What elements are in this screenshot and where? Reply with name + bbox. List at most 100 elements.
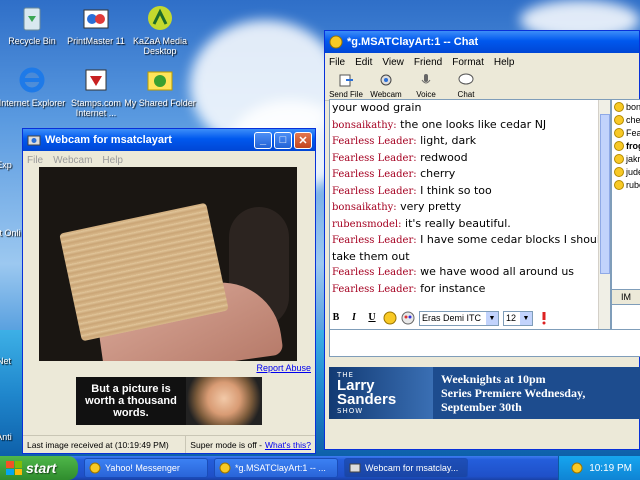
chat-window[interactable]: *g.MSATClayArt:1 -- Chat File Edit View … bbox=[324, 30, 640, 450]
chat-menubar: File Edit View Friend Format Help bbox=[325, 53, 639, 71]
chat-message: Fearless Leader: I think so too bbox=[332, 183, 492, 197]
menu-format[interactable]: Format bbox=[452, 57, 484, 68]
buddy-item[interactable]: bon bbox=[612, 100, 640, 113]
voice-icon bbox=[421, 74, 431, 84]
taskbar-item-webcam[interactable]: Webcam for msatclay... bbox=[344, 458, 468, 478]
chat-window-icon bbox=[219, 462, 231, 474]
scroll-thumb[interactable] bbox=[600, 114, 610, 274]
webcam-menu-file[interactable]: File bbox=[27, 155, 43, 166]
minimize-button[interactable]: _ bbox=[254, 131, 272, 149]
buddy-item[interactable]: jakr bbox=[612, 152, 640, 165]
webcam-menu-help[interactable]: Help bbox=[102, 155, 123, 166]
desktop-icon-kazaa[interactable]: KaZaA Media Desktop bbox=[122, 2, 198, 56]
chat-message: Fearless Leader: I have some cedar block… bbox=[332, 233, 607, 263]
maximize-icon: □ bbox=[279, 134, 287, 146]
last-image-status: Last image received at (10:19:49 PM) bbox=[23, 436, 187, 453]
webcam-ad[interactable]: But a picture is worth a thousand words. bbox=[76, 377, 262, 425]
smiley-icon bbox=[614, 101, 624, 112]
webcam-statusbar: Last image received at (10:19:49 PM) Sup… bbox=[23, 435, 315, 453]
report-abuse-link[interactable]: Report Abuse bbox=[256, 363, 311, 373]
im-button[interactable]: IM bbox=[611, 289, 640, 305]
chat-log[interactable]: your wood grain bonsaikathy: the one loo… bbox=[329, 99, 611, 331]
format-toolbar: B I U Eras Demi ITC ▼ 12 ▼ bbox=[329, 309, 639, 327]
webcam-menu-webcam[interactable]: Webcam bbox=[53, 155, 92, 166]
smiley-picker-icon[interactable] bbox=[383, 311, 397, 325]
webcam-titlebar[interactable]: Webcam for msatclayart _ □ ✕ bbox=[23, 129, 315, 151]
chat-message: Fearless Leader: light, dark bbox=[332, 134, 477, 147]
minimize-icon: _ bbox=[259, 134, 267, 146]
taskbar-item-chat[interactable]: *g.MSATClayArt:1 -- ... bbox=[214, 458, 338, 478]
start-button[interactable]: start bbox=[0, 456, 78, 480]
webcam-button[interactable]: Webcam bbox=[369, 71, 403, 100]
buddy-item[interactable]: frog bbox=[612, 139, 640, 152]
italic-button[interactable]: I bbox=[347, 311, 361, 325]
webcam-window[interactable]: Webcam for msatclayart _ □ ✕ File Webcam… bbox=[22, 128, 316, 454]
ad-logo: THE Larry Sanders SHOW bbox=[329, 367, 433, 419]
send-file-icon bbox=[339, 74, 353, 87]
chat-message: bonsaikathy: very pretty bbox=[332, 200, 462, 213]
menu-friend[interactable]: Friend bbox=[414, 57, 442, 68]
menu-view[interactable]: View bbox=[382, 57, 404, 68]
maximize-button[interactable]: □ bbox=[274, 131, 292, 149]
smiley-icon bbox=[614, 166, 624, 177]
windows-logo-icon bbox=[6, 461, 22, 475]
buddy-item[interactable]: jude bbox=[612, 165, 640, 178]
stamps-icon bbox=[80, 64, 112, 96]
chat-icon bbox=[458, 73, 474, 85]
buddy-item[interactable]: che bbox=[612, 113, 640, 126]
larry-sanders-ad[interactable]: THE Larry Sanders SHOW Weeknights at 10p… bbox=[329, 367, 640, 419]
webcam-title-icon bbox=[27, 135, 41, 146]
yahoo-messenger-icon bbox=[89, 462, 101, 474]
whats-this-link[interactable]: What's this? bbox=[265, 440, 311, 450]
font-size-select[interactable]: 12 ▼ bbox=[503, 310, 533, 326]
smiley-icon bbox=[614, 140, 624, 151]
bold-button[interactable]: B bbox=[329, 311, 343, 325]
chat-title: *g.MSATClayArt:1 -- Chat bbox=[347, 36, 479, 48]
font-select[interactable]: Eras Demi ITC ▼ bbox=[419, 310, 499, 326]
chat-message: rubensmodel: it's really beautiful. bbox=[332, 216, 511, 230]
smiley-icon bbox=[614, 179, 624, 190]
close-icon: ✕ bbox=[298, 134, 308, 147]
desktop-icon-shared-folder[interactable]: My Shared Folder bbox=[122, 64, 198, 108]
buddy-item[interactable]: Fea bbox=[612, 126, 640, 139]
buzz-icon[interactable] bbox=[537, 311, 551, 325]
super-mode-status: Super mode is off - What's this? bbox=[190, 439, 311, 450]
chat-message: your wood grain bbox=[332, 101, 422, 114]
chevron-down-icon: ▼ bbox=[520, 311, 532, 325]
shared-folder-icon bbox=[144, 64, 176, 96]
menu-file[interactable]: File bbox=[329, 57, 345, 68]
smiley-icon bbox=[614, 153, 624, 164]
chat-button[interactable]: Chat bbox=[449, 71, 483, 100]
clock[interactable]: 10:19 PM bbox=[589, 463, 632, 474]
chat-message: bonsaikathy: the one looks like cedar NJ bbox=[332, 117, 547, 131]
webcam-icon bbox=[380, 74, 392, 86]
chevron-down-icon: ▼ bbox=[486, 311, 498, 325]
webcam-title: Webcam for msatclayart bbox=[45, 134, 172, 146]
yahoo-smiley-icon bbox=[329, 35, 343, 49]
chat-message: Fearless Leader: we have wood all around… bbox=[332, 265, 575, 278]
close-button[interactable]: ✕ bbox=[294, 131, 312, 149]
chat-titlebar[interactable]: *g.MSATClayArt:1 -- Chat bbox=[325, 31, 639, 53]
ad-text: Weeknights at 10pm Series Premiere Wedne… bbox=[441, 372, 586, 414]
yahoo-tray-icon[interactable] bbox=[571, 462, 583, 474]
chat-toolbar: Send File Webcam Voice Chat bbox=[325, 71, 639, 101]
chat-message: Fearless Leader: cherry bbox=[332, 167, 456, 180]
webcam-window-icon bbox=[349, 463, 361, 473]
webcam-image bbox=[39, 167, 297, 361]
printmaster-icon bbox=[80, 2, 112, 34]
underline-button[interactable]: U bbox=[365, 311, 379, 325]
taskbar-item-yahoo-messenger[interactable]: Yahoo! Messenger bbox=[84, 458, 208, 478]
menu-edit[interactable]: Edit bbox=[355, 57, 372, 68]
chat-message: Fearless Leader: for instance bbox=[332, 281, 486, 295]
send-file-button[interactable]: Send File bbox=[329, 71, 363, 100]
message-input[interactable] bbox=[329, 329, 640, 357]
voice-button[interactable]: Voice bbox=[409, 71, 443, 100]
taskbar: start Yahoo! Messenger *g.MSATClayArt:1 … bbox=[0, 456, 640, 480]
chat-scrollbar[interactable] bbox=[598, 100, 610, 330]
color-picker-icon[interactable] bbox=[401, 311, 415, 325]
internet-explorer-icon bbox=[16, 64, 48, 96]
smiley-icon bbox=[614, 127, 624, 138]
menu-help[interactable]: Help bbox=[494, 57, 515, 68]
ad-photo bbox=[186, 377, 262, 425]
buddy-item[interactable]: rube bbox=[612, 178, 640, 191]
